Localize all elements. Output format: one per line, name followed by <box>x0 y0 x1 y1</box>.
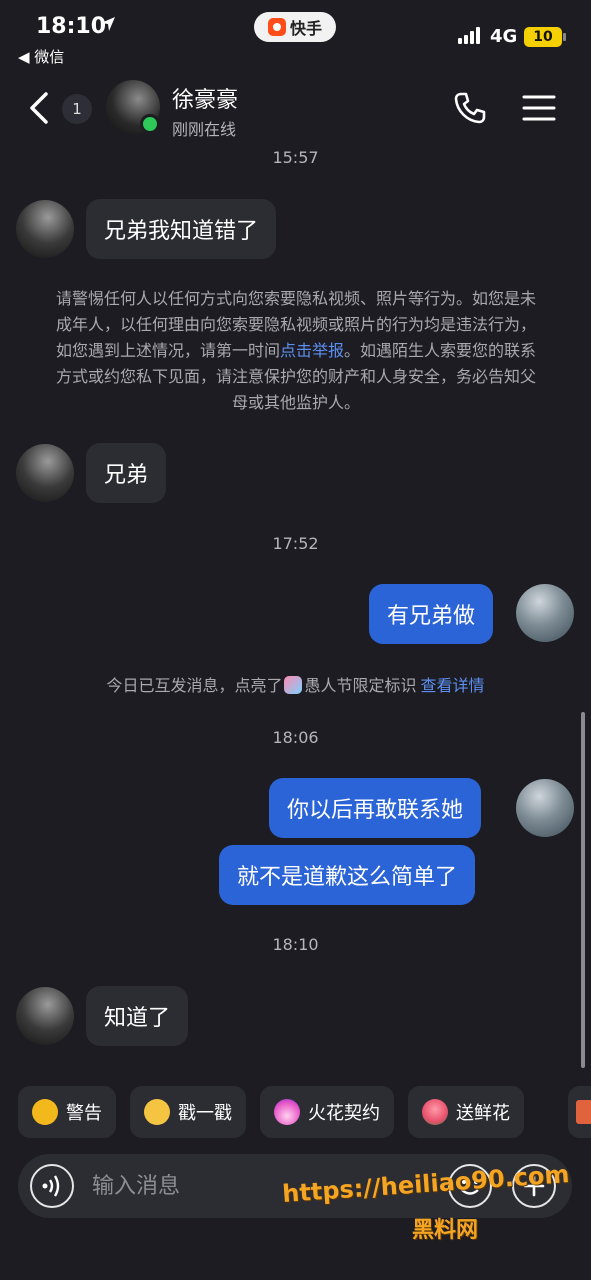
contact-name[interactable]: 徐豪豪 <box>172 82 238 114</box>
received-message[interactable]: 兄弟 <box>86 443 167 503</box>
contact-avatar[interactable] <box>16 200 74 258</box>
battery-level: 10 <box>533 29 553 45</box>
report-link[interactable]: 点击举报 <box>280 341 344 360</box>
location-arrow-icon <box>101 17 115 31</box>
status-time: 18:10 <box>36 14 107 39</box>
back-chevron-icon[interactable] <box>24 90 56 126</box>
sent-message[interactable]: 有兄弟做 <box>369 584 494 644</box>
spark-flame-icon <box>274 1099 300 1125</box>
warning-label: 警告 <box>66 1103 102 1124</box>
warning-duck-icon <box>32 1099 58 1125</box>
my-avatar[interactable] <box>516 584 574 642</box>
chat-header: 1 徐豪豪 刚刚在线 <box>0 72 591 144</box>
sent-message[interactable]: 你以后再敢联系她 <box>269 778 482 838</box>
network-type: 4G <box>490 26 518 47</box>
april-fools-badge-icon <box>284 676 303 694</box>
received-message[interactable]: 知道了 <box>86 986 189 1046</box>
app-indicator: 快手 <box>254 12 336 42</box>
quick-actions-bar: 警告 戳一戳 火花契约 送鲜花 <box>18 1086 524 1138</box>
more-quick-action-button[interactable] <box>568 1086 591 1138</box>
timestamp: 18:06 <box>272 728 319 747</box>
received-message[interactable]: 兄弟我知道错了 <box>86 199 277 259</box>
battery-indicator: 10 <box>524 27 566 47</box>
kuaishou-logo-icon <box>267 18 286 36</box>
sound-wave-icon <box>42 1175 60 1197</box>
poke-emoji-icon <box>144 1099 170 1125</box>
spark-contract-button[interactable]: 火花契约 <box>260 1086 394 1138</box>
send-flower-label: 送鲜花 <box>456 1103 510 1124</box>
status-bar: 18:10 ◀ 微信 快手 4G 10 <box>0 0 591 70</box>
badge-notice-text: 今日已互发消息，点亮了 <box>106 676 283 695</box>
view-details-link[interactable]: 查看详情 <box>421 676 485 695</box>
send-flower-button[interactable]: 送鲜花 <box>408 1086 524 1138</box>
app-name: 快手 <box>289 19 322 38</box>
contact-avatar[interactable] <box>16 444 74 502</box>
cellular-signal-icon <box>458 26 480 44</box>
unread-count-badge: 1 <box>62 94 92 124</box>
badge-notice: 今日已互发消息，点亮了 愚人节限定标识 查看详情 <box>0 672 591 696</box>
my-avatar[interactable] <box>516 779 574 837</box>
badge-name: 愚人节限定标识 <box>304 676 417 695</box>
contact-avatar[interactable] <box>16 987 74 1045</box>
poke-label: 戳一戳 <box>178 1103 232 1124</box>
sent-message[interactable]: 就不是道歉这么简单了 <box>219 845 476 905</box>
timestamp: 17:52 <box>272 534 319 553</box>
warning-button[interactable]: 警告 <box>18 1086 116 1138</box>
flower-icon <box>422 1099 448 1125</box>
contact-status: 刚刚在线 <box>172 120 237 139</box>
phone-call-icon[interactable] <box>452 90 488 126</box>
timestamp: 15:57 <box>272 148 319 167</box>
chat-scrollbar[interactable] <box>581 712 585 1068</box>
voice-input-button[interactable] <box>30 1164 74 1208</box>
back-to-app-link[interactable]: ◀ 微信 <box>18 46 64 67</box>
menu-icon[interactable] <box>522 94 556 122</box>
poke-button[interactable]: 戳一戳 <box>130 1086 246 1138</box>
watermark-name: 黑料网 <box>412 1218 479 1243</box>
online-status-dot <box>140 114 160 134</box>
timestamp: 18:10 <box>272 935 319 954</box>
spark-contract-label: 火花契约 <box>308 1103 380 1124</box>
safety-notice: 请警惕任何人以任何方式向您索要隐私视频、照片等行为。如您是未成年人，以任何理由向… <box>54 286 538 416</box>
